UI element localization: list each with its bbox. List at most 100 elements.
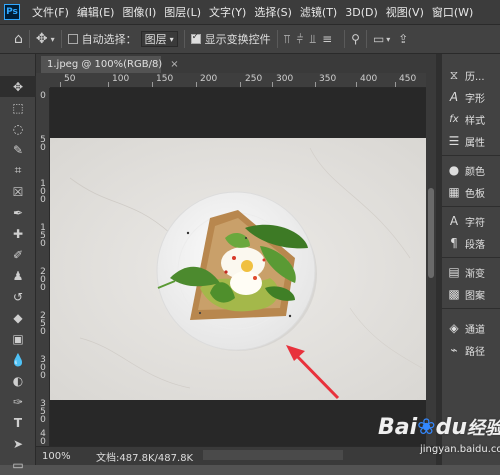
healing-brush-tool-icon[interactable]: ✚ [0, 223, 36, 244]
ruler-tick-label: 0 [40, 239, 46, 249]
panel-swatches[interactable]: ▦ 色板 [442, 181, 500, 203]
close-icon[interactable]: × [170, 59, 178, 70]
marquee-tool-icon[interactable]: ⬚ [0, 97, 36, 118]
ruler-tick-label: 0 [40, 195, 46, 205]
panel-patterns[interactable]: ▩ 图案 [442, 283, 500, 305]
ruler-tick [152, 82, 153, 87]
document-tab[interactable]: 1.jpeg @ 100%(RGB/8) × [41, 56, 179, 73]
menu-type[interactable]: 文字(Y) [205, 4, 250, 20]
divider [365, 30, 367, 48]
blur-tool-icon[interactable]: 💧 [0, 349, 36, 370]
ruler-tick [60, 82, 61, 87]
vertical-scrollbar[interactable] [426, 73, 436, 446]
eyedropper-tool-icon[interactable]: ✒ [0, 202, 36, 223]
panel-label: 路径 [465, 346, 485, 358]
home-icon[interactable]: ⌂ [14, 31, 23, 47]
pen-tool-icon[interactable]: ✑ [0, 391, 36, 412]
document-canvas[interactable] [50, 88, 426, 446]
auto-select-checkbox[interactable] [67, 34, 78, 44]
menu-window[interactable]: 窗口(W) [428, 4, 477, 20]
document-size-info[interactable]: 文档:487.8K/487.8K [78, 449, 193, 464]
ruler-tick [240, 82, 241, 87]
show-transform-checkbox[interactable] [190, 32, 201, 44]
history-brush-tool-icon[interactable]: ↺ [0, 286, 36, 307]
panel-channels[interactable]: ◈ 通道 [442, 317, 500, 339]
scrollbar-thumb[interactable] [428, 188, 434, 278]
menu-layer[interactable]: 图层(L) [160, 4, 205, 20]
divider [60, 30, 62, 48]
ruler-tick-label: 250 [245, 74, 263, 84]
align-middle-icon[interactable]: ⫩ [296, 32, 303, 47]
brush-tool-icon[interactable]: ✐ [0, 244, 36, 265]
quick-select-tool-icon[interactable]: ✎ [0, 139, 36, 160]
ruler-tick-label: 0 [40, 283, 46, 293]
horizontal-ruler[interactable]: 50 100 150 200 250 300 350 400 450 [50, 73, 427, 88]
ruler-tick-label: 50 [64, 74, 76, 84]
panel-character[interactable]: A 字符 [442, 210, 500, 232]
panel-label: 色板 [465, 188, 485, 200]
auto-select-target-dropdown[interactable]: 图层 ▾ [140, 31, 178, 47]
lasso-tool-icon[interactable]: ◌ [0, 118, 36, 139]
move-tool-icon[interactable]: ✥ [36, 31, 48, 47]
chevron-down-icon[interactable]: ▾ [51, 35, 55, 44]
panel-paths[interactable]: ⌁ 路径 [442, 339, 500, 361]
type-tool-icon[interactable]: T [0, 412, 36, 433]
chevron-down-icon: ▾ [169, 34, 174, 44]
menu-bar: Ps 文件(F) 编辑(E) 图像(I) 图层(L) 文字(Y) 选择(S) 滤… [0, 0, 500, 24]
ruler-tick-label: 0 [40, 91, 46, 101]
paths-icon: ⌁ [450, 343, 458, 357]
ruler-tick-label: 150 [156, 74, 174, 84]
align-bottom-icon[interactable]: ⫫ [309, 32, 316, 47]
path-select-tool-icon[interactable]: ➤ [0, 433, 36, 454]
horizontal-scrollbar[interactable] [203, 450, 343, 460]
properties-icon: ☰ [448, 134, 460, 148]
workspace-icon[interactable]: ▭ [373, 32, 384, 46]
ruler-tick-label: 0 [40, 143, 46, 153]
menu-3d[interactable]: 3D(D) [341, 6, 382, 19]
styles-icon: fx [449, 113, 459, 125]
menu-edit[interactable]: 编辑(E) [73, 4, 119, 20]
character-text-icon: A [449, 214, 459, 228]
panel-label: 样式 [465, 115, 485, 127]
divider [28, 30, 30, 48]
chevron-down-icon[interactable]: ▾ [386, 35, 390, 44]
panel-history[interactable]: ⧖ 历... [442, 64, 500, 86]
ruler-tick-label: 0 [40, 437, 46, 447]
frame-tool-icon[interactable]: ☒ [0, 181, 36, 202]
channels-icon: ◈ [449, 321, 459, 335]
ruler-origin[interactable] [36, 73, 50, 88]
panel-label: 段落 [465, 239, 485, 251]
tools-panel: ✥ ⬚ ◌ ✎ ⌗ ☒ ✒ ✚ ✐ ♟ ↺ ◆ ▣ 💧 ◐ ✑ T ➤ ▭ [0, 54, 36, 472]
panel-gradients[interactable]: ▤ 渐变 [442, 261, 500, 283]
panel-color[interactable]: ● 颜色 [442, 159, 500, 181]
distribute-icon[interactable]: ≡ [322, 32, 332, 46]
ruler-tick [356, 82, 357, 87]
ruler-tick-label: 0 [40, 371, 46, 381]
zoom-level[interactable]: 100% [36, 451, 78, 462]
menu-image[interactable]: 图像(I) [118, 4, 160, 20]
search-icon[interactable]: ⚲ [351, 32, 360, 46]
panel-label: 历... [465, 71, 485, 83]
gradient-tool-icon[interactable]: ▣ [0, 328, 36, 349]
photo-image [50, 138, 426, 400]
clone-stamp-tool-icon[interactable]: ♟ [0, 265, 36, 286]
panel-paragraph[interactable]: ¶ 段落 [442, 232, 500, 254]
menu-select[interactable]: 选择(S) [250, 4, 296, 20]
panel-glyphs[interactable]: A 字形 [442, 86, 500, 108]
align-top-icon[interactable]: ⫪ [284, 32, 291, 47]
share-icon[interactable]: ⇪ [398, 32, 408, 46]
move-tool-icon[interactable]: ✥ [0, 76, 36, 97]
menu-file[interactable]: 文件(F) [28, 4, 73, 20]
crop-tool-icon[interactable]: ⌗ [0, 160, 36, 181]
panel-styles[interactable]: fx 样式 [442, 108, 500, 130]
watermark-logo: Bai❀du经验 [378, 415, 500, 440]
panel-properties[interactable]: ☰ 属性 [442, 130, 500, 152]
menu-view[interactable]: 视图(V) [382, 4, 428, 20]
ruler-tick-label: 350 [319, 74, 337, 84]
menu-filter[interactable]: 滤镜(T) [296, 4, 341, 20]
ruler-tick-label: 450 [399, 74, 417, 84]
divider [344, 30, 346, 48]
eraser-tool-icon[interactable]: ◆ [0, 307, 36, 328]
dodge-tool-icon[interactable]: ◐ [0, 370, 36, 391]
vertical-ruler[interactable]: 0 5 0 1 0 0 1 5 0 2 0 0 2 5 0 3 0 0 3 5 … [36, 88, 50, 446]
